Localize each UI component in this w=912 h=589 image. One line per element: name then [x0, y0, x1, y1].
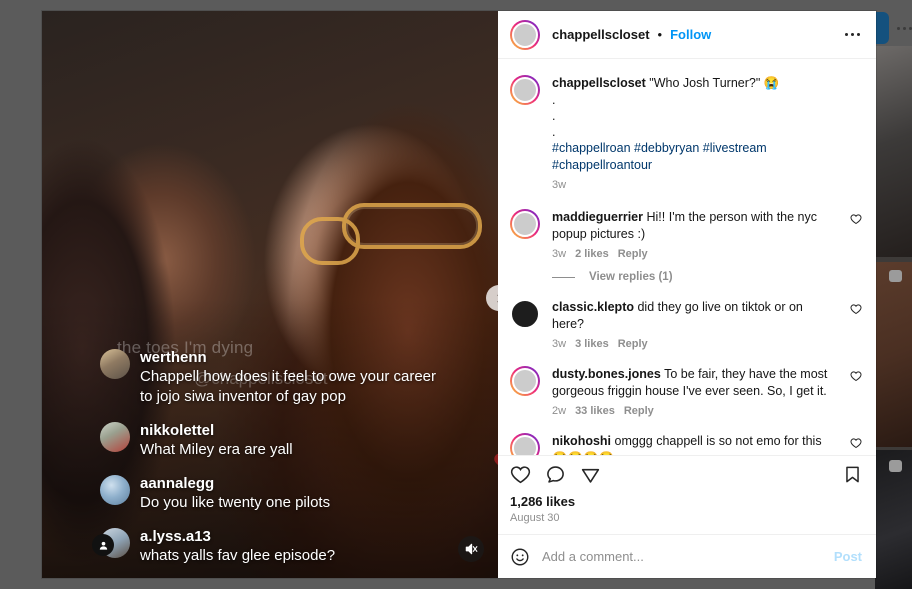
- background-post-thumb: [875, 46, 912, 257]
- avatar[interactable]: [510, 433, 540, 455]
- comment-likes[interactable]: 33 likes: [575, 405, 615, 417]
- comment-timestamp: 2w: [552, 405, 567, 417]
- person-icon: [92, 534, 114, 556]
- comment-username[interactable]: classic.klepto: [552, 300, 634, 314]
- avatar: [100, 422, 130, 452]
- live-comment-username: a.lyss.a13: [140, 528, 211, 545]
- avatar[interactable]: [510, 19, 540, 50]
- likes-count[interactable]: 1,286 likes: [510, 494, 862, 509]
- post-modal: the toes I'm dying @chappellscloset wert…: [42, 11, 876, 578]
- live-comment-row: aannalegg Do you like twenty one pilots: [100, 474, 450, 513]
- background-chip: [889, 460, 902, 472]
- heart-icon[interactable]: [850, 209, 862, 230]
- separator-dot: •: [657, 27, 663, 42]
- heart-icon[interactable]: [850, 299, 862, 320]
- video-glasses-detail: [300, 203, 482, 265]
- caption-username[interactable]: chappellscloset: [552, 76, 646, 90]
- live-comment-row: nikkolettel What Miley era are yall: [100, 421, 450, 460]
- avatar: [100, 349, 130, 379]
- comment-item: maddieguerrier Hi!! I'm the person with …: [510, 203, 862, 270]
- comment-likes[interactable]: 3 likes: [575, 338, 609, 350]
- caption-dot-line: .: [552, 109, 556, 123]
- live-comment-row: werthenn Chappell how does it feel to ow…: [100, 348, 450, 407]
- emoji-smiley-icon[interactable]: [510, 547, 530, 567]
- heart-icon[interactable]: [510, 464, 531, 485]
- comment-reply-button[interactable]: Reply: [618, 338, 648, 350]
- bookmark-icon[interactable]: [843, 464, 862, 485]
- avatar[interactable]: [510, 75, 540, 105]
- caption-hashtags[interactable]: #chappellroan #debbyryan #livestream #ch…: [552, 140, 862, 174]
- comment-username[interactable]: dusty.bones.jones: [552, 367, 661, 381]
- post-author-username[interactable]: chappellscloset: [552, 27, 650, 42]
- comments-list[interactable]: chappellscloset "Who Josh Turner?" 😭 . .…: [498, 59, 876, 455]
- live-comment-text: What Miley era are yall: [140, 441, 293, 458]
- post-media[interactable]: the toes I'm dying @chappellscloset wert…: [42, 11, 498, 578]
- speaker-muted-icon[interactable]: [458, 536, 484, 562]
- heart-icon[interactable]: [850, 366, 862, 387]
- heart-icon[interactable]: [850, 433, 862, 454]
- view-replies-button[interactable]: View replies (1): [552, 271, 862, 283]
- comment-bubble-icon[interactable]: [545, 464, 566, 485]
- comment-item: classic.klepto did they go live on tikto…: [510, 293, 862, 360]
- live-comment-row: a.lyss.a13 whats yalls fav glee episode?: [100, 527, 450, 566]
- avatar[interactable]: [510, 209, 540, 239]
- caption-text: "Who Josh Turner?" 😭: [649, 76, 780, 90]
- view-replies-label: View replies (1): [589, 271, 673, 283]
- post-date: August 30: [510, 512, 560, 524]
- share-paperplane-icon[interactable]: [580, 464, 601, 485]
- background-feed-strip: [875, 46, 912, 589]
- comment-timestamp: 3w: [552, 338, 567, 350]
- comment-item: dusty.bones.jones To be fair, they have …: [510, 360, 862, 427]
- live-comment-username: werthenn: [140, 349, 207, 366]
- live-comment-text: Do you like twenty one pilots: [140, 494, 331, 511]
- comment-reply-button[interactable]: Reply: [624, 405, 654, 417]
- post-comment-button[interactable]: Post: [834, 549, 862, 564]
- post-header: chappellscloset • Follow: [498, 11, 876, 59]
- avatar[interactable]: [510, 299, 540, 329]
- caption-dot-line: .: [552, 125, 556, 139]
- follow-button[interactable]: Follow: [670, 27, 711, 42]
- post-caption: chappellscloset "Who Josh Turner?" 😭 . .…: [510, 69, 862, 203]
- live-comment-username: nikkolettel: [140, 422, 215, 439]
- live-comment-username: aannalegg: [140, 475, 215, 492]
- caption-timestamp: 3w: [552, 179, 567, 191]
- live-comments-overlay: werthenn Chappell how does it feel to ow…: [100, 348, 450, 566]
- comment-item: nikohoshi omggg chappell is so not emo f…: [510, 427, 862, 455]
- avatar: [100, 475, 130, 505]
- post-actions: 1,286 likes August 30: [498, 455, 876, 534]
- background-post-thumb: [875, 262, 912, 447]
- avatar[interactable]: [510, 366, 540, 396]
- more-options-icon[interactable]: [843, 27, 863, 43]
- caption-dot-line: .: [552, 93, 556, 107]
- post-side-panel: chappellscloset • Follow chappellscloset…: [498, 11, 876, 578]
- comment-likes[interactable]: 2 likes: [575, 248, 609, 260]
- comment-input[interactable]: [542, 549, 822, 564]
- live-comment-text: Chappell how does it feel to owe your ca…: [140, 368, 437, 405]
- live-comment-text: whats yalls fav glee episode?: [140, 547, 336, 564]
- comment-username[interactable]: maddieguerrier: [552, 210, 643, 224]
- divider-line: [552, 276, 575, 278]
- comment-reply-button[interactable]: Reply: [618, 248, 648, 260]
- comment-timestamp: 3w: [552, 248, 567, 260]
- comment-username[interactable]: nikohoshi: [552, 434, 611, 448]
- background-chip: [889, 270, 902, 282]
- add-comment-bar: Post: [498, 534, 876, 578]
- background-more-icon: [897, 27, 912, 30]
- background-post-thumb: [875, 450, 912, 589]
